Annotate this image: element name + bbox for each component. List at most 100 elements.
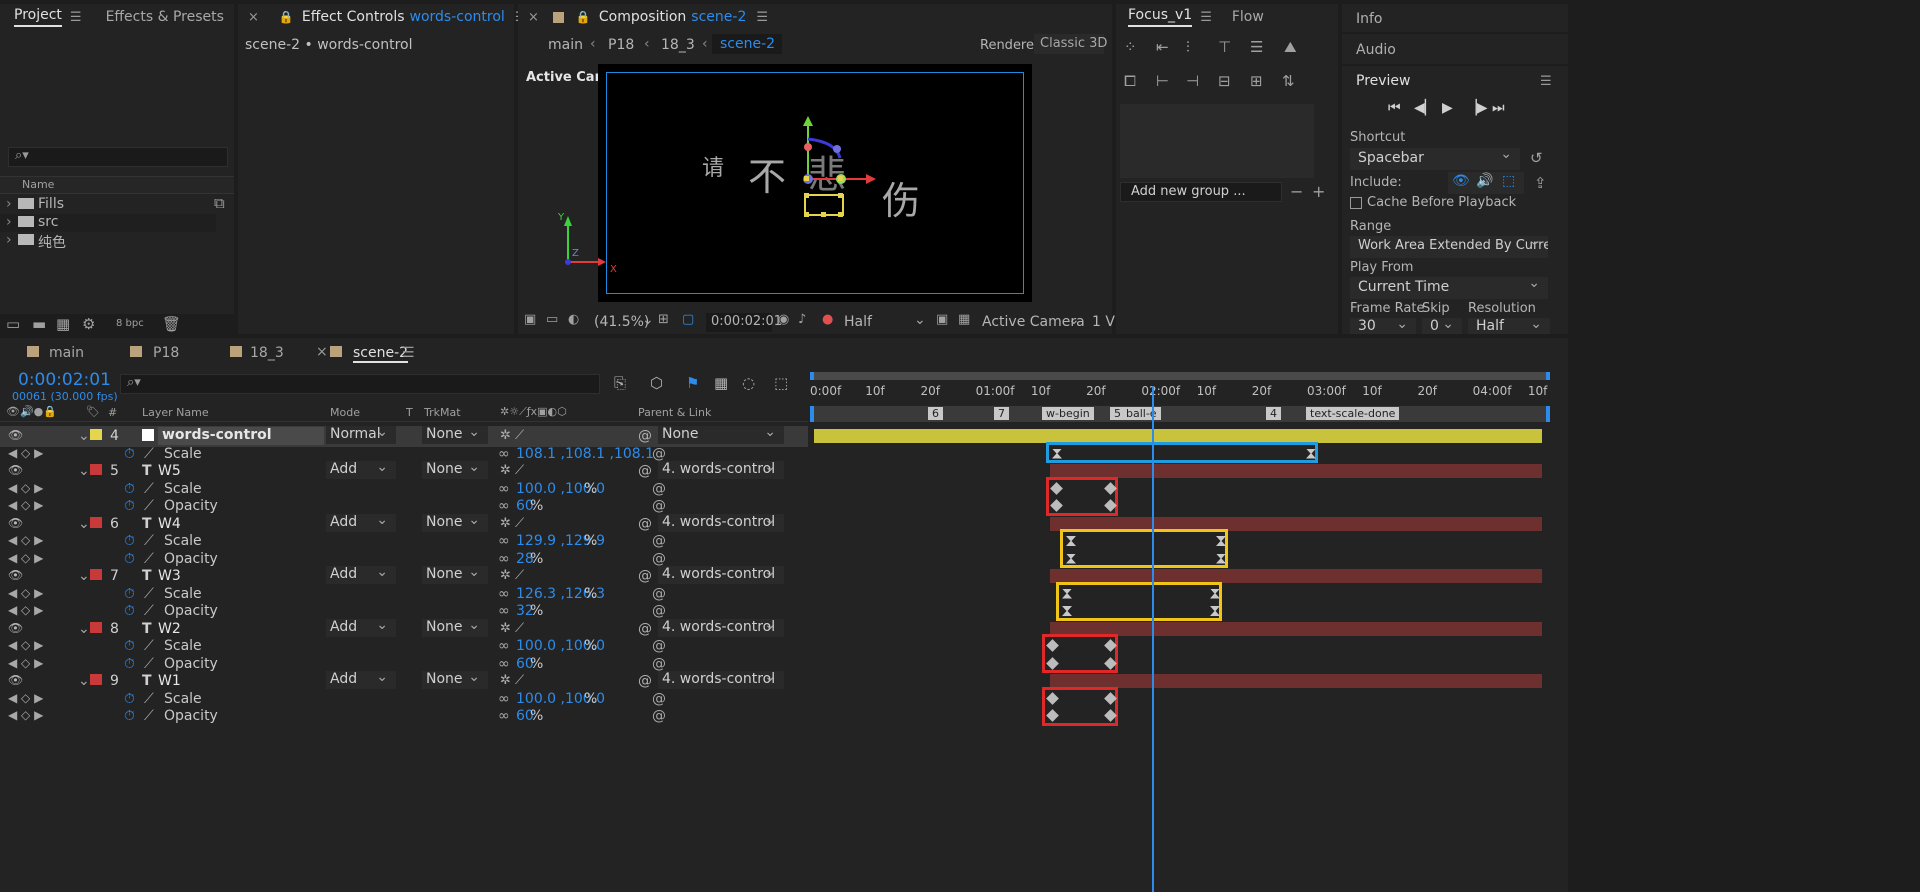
comp-marker[interactable]: 7	[994, 407, 1009, 420]
expression-icon[interactable]: @	[652, 656, 666, 672]
work-area-bar[interactable]	[810, 372, 1550, 380]
effect-controls-title[interactable]: Effect Controls	[302, 9, 405, 25]
menu-icon[interactable]: ☰	[402, 345, 415, 361]
layer-name[interactable]: W5	[158, 463, 181, 479]
keyframe-nav-icon[interactable]: ◀ ◇ ▶	[8, 481, 43, 495]
last-frame-icon[interactable]: ⏭	[1492, 100, 1505, 116]
reset-icon[interactable]: ↺	[1530, 149, 1543, 167]
lock-icon[interactable]: 🔒	[576, 10, 591, 24]
parent-pickwhip-icon[interactable]: @	[638, 673, 652, 689]
grid-icon[interactable]: ⊞	[658, 312, 669, 327]
expression-icon[interactable]: @	[652, 446, 666, 462]
tab-scene-2[interactable]: scene-2	[353, 345, 409, 363]
stopwatch-icon[interactable]: ⏱	[124, 691, 135, 707]
mode-dropdown[interactable]: Add	[326, 459, 396, 479]
current-time-indicator[interactable]	[1151, 386, 1154, 892]
eye-icon[interactable]: 👁	[8, 621, 23, 635]
stopwatch-icon[interactable]: ⏱	[124, 498, 135, 514]
name-column-header[interactable]: Name	[0, 176, 234, 194]
chevron-down-icon[interactable]: ⌄	[642, 312, 654, 328]
new-folder-icon[interactable]: ▬	[32, 315, 46, 333]
link-icon[interactable]: ∞	[498, 551, 510, 567]
menu-icon[interactable]: ☰	[1200, 10, 1212, 25]
expression-icon[interactable]: @	[652, 708, 666, 724]
link-icon[interactable]: ∞	[498, 708, 510, 724]
comp-flowchart-icon[interactable]: ⎘	[614, 374, 626, 392]
show-snapshot-icon[interactable]: ♪	[798, 312, 806, 327]
mode-dropdown[interactable]: Add	[326, 617, 396, 637]
mode-dropdown[interactable]: Add	[326, 669, 396, 689]
eye-icon[interactable]: 👁	[8, 673, 23, 687]
trkmat-dropdown[interactable]: None	[422, 459, 488, 479]
property-value[interactable]: 108.1 ,108.1 ,108.1	[516, 446, 654, 462]
expression-icon[interactable]: @	[652, 691, 666, 707]
interpret-footage-icon[interactable]: ▭	[6, 315, 20, 333]
keyframe-nav-icon[interactable]: ◀ ◇ ▶	[8, 638, 43, 652]
region-icon[interactable]: ▣	[524, 312, 536, 327]
layer-duration-bar[interactable]	[1050, 464, 1542, 478]
stopwatch-icon[interactable]: ⏱	[124, 551, 135, 567]
chevron-down-icon[interactable]: ⌄	[78, 621, 90, 637]
tab-focus[interactable]: Focus_v1	[1128, 7, 1193, 27]
transform-gizmo[interactable]	[598, 64, 1032, 302]
cache-label[interactable]: Cache Before Playback	[1367, 195, 1516, 210]
list-item[interactable]: › Fills	[0, 196, 216, 214]
comp-marker[interactable]: 6	[928, 407, 943, 420]
trash-icon[interactable]: 🗑	[162, 315, 181, 333]
keyframe-nav-icon[interactable]: ◀ ◇ ▶	[8, 708, 43, 722]
switches-icon[interactable]: ✲ ⟋	[500, 428, 524, 443]
layer-name[interactable]: W3	[158, 568, 181, 584]
region-of-interest-icon[interactable]: ▣	[936, 312, 948, 327]
parent-pickwhip-icon[interactable]: @	[638, 463, 652, 479]
keyframe-nav-icon[interactable]: ◀ ◇ ▶	[8, 446, 43, 460]
timeline-timecode[interactable]: 0:00:02:01	[18, 370, 111, 390]
composition-name[interactable]: scene-2	[691, 9, 746, 25]
mode-dropdown[interactable]: Add	[326, 512, 396, 532]
layer-name[interactable]: words-control	[158, 427, 324, 445]
chevron-down-icon[interactable]: ⌄	[78, 428, 90, 444]
graph-icon[interactable]: ⟋	[144, 586, 154, 602]
graph-icon[interactable]: ⟋	[144, 481, 154, 497]
viewer-timecode[interactable]: 0:00:02:01	[706, 313, 782, 332]
align-top-icon[interactable]: ⊤	[1218, 38, 1231, 56]
timeline-search-input[interactable]: ⌕▾	[120, 374, 600, 394]
parent-dropdown[interactable]: None	[658, 424, 784, 444]
graph-icon[interactable]: ⟋	[144, 533, 154, 549]
tab-project[interactable]: Project	[14, 7, 62, 27]
breadcrumb-p18[interactable]: P18	[608, 37, 634, 53]
time-ruler[interactable]: 0:00f 10f 20f 01:00f 10f 20f 02:00f 10f 20f 03:00…	[810, 372, 1550, 422]
close-icon[interactable]: ×	[248, 10, 259, 25]
graph-icon[interactable]: ⟋	[144, 691, 154, 707]
transparency-grid-icon[interactable]: ▦	[958, 312, 970, 327]
switches-icon[interactable]: ✲ ⟋	[500, 516, 524, 531]
parent-dropdown[interactable]: 4. words-control	[658, 564, 784, 584]
composition-title[interactable]: Composition	[599, 9, 686, 25]
align-group-icon[interactable]: ⧠	[1124, 72, 1136, 90]
switches-icon[interactable]: ✲ ⟋	[500, 568, 524, 583]
stopwatch-icon[interactable]: ⏱	[124, 481, 135, 497]
label-color-swatch[interactable]	[90, 621, 102, 633]
stopwatch-icon[interactable]: ⏱	[124, 708, 135, 724]
marker-track[interactable]	[810, 406, 1550, 422]
comp-marker[interactable]: w-begin	[1042, 407, 1094, 420]
stopwatch-icon[interactable]: ⏱	[124, 586, 135, 602]
remove-group-icon[interactable]: −	[1290, 182, 1303, 201]
eye-icon[interactable]: 👁	[8, 463, 23, 477]
parent-pickwhip-icon[interactable]: @	[638, 621, 652, 637]
trkmat-dropdown[interactable]: None	[422, 669, 488, 689]
expression-icon[interactable]: @	[652, 533, 666, 549]
composition-canvas[interactable]: 请 不 悲 伤	[598, 64, 1032, 302]
trkmat-dropdown[interactable]: None	[422, 564, 488, 584]
expression-icon[interactable]: @	[652, 638, 666, 654]
close-icon[interactable]: ×	[528, 10, 539, 25]
list-icon[interactable]: ☰	[1250, 38, 1263, 56]
mask-icon[interactable]: ◐	[568, 312, 579, 327]
range-dropdown[interactable]: Work Area Extended By Current...	[1350, 236, 1548, 258]
cache-checkbox[interactable]	[1350, 197, 1362, 209]
link-icon[interactable]: ∞	[498, 533, 510, 549]
resolution-dropdown[interactable]: Half	[1468, 316, 1550, 334]
list-item[interactable]: › src	[0, 214, 216, 232]
prev-frame-icon[interactable]: ◀▏	[1414, 100, 1436, 116]
chevron-down-icon[interactable]: ⌄	[78, 673, 90, 689]
stopwatch-icon[interactable]: ⏱	[124, 446, 135, 462]
